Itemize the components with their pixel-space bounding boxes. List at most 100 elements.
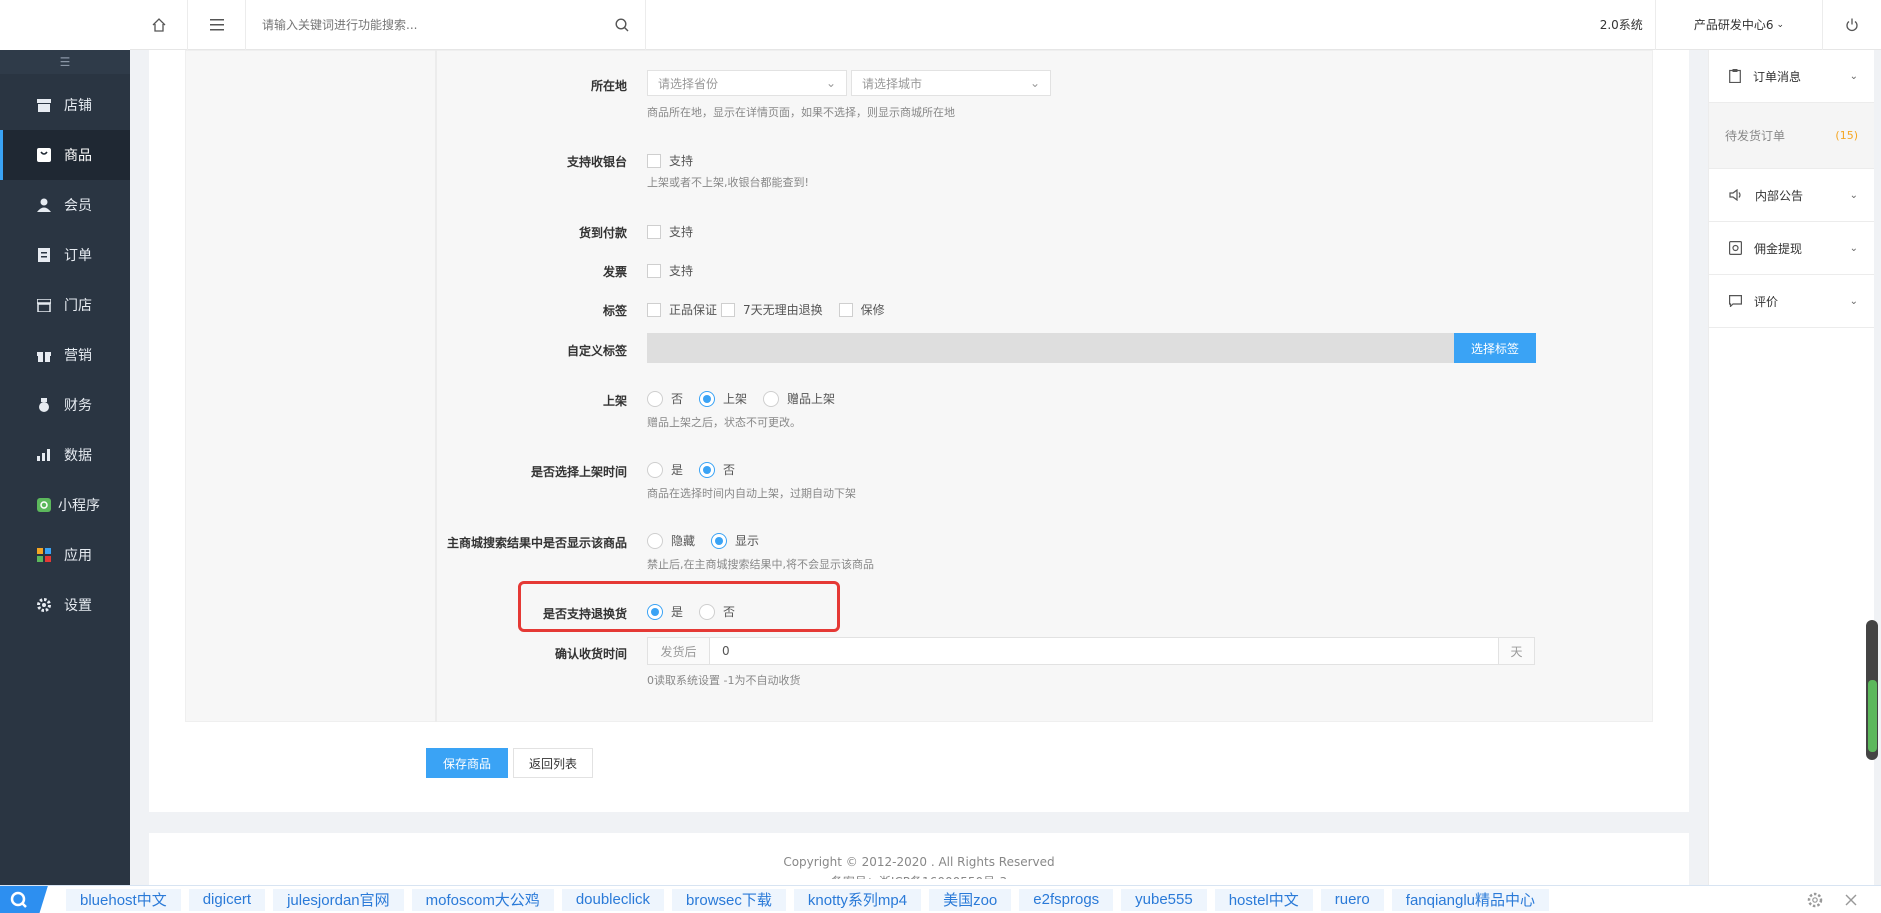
link-item[interactable]: knotty系列mp4 [793, 888, 922, 911]
location-label: 所在地 [590, 79, 627, 93]
sidebar-item-miniprogram[interactable]: 小程序 [0, 480, 130, 530]
confirm-receipt-help: 0读取系统设置 -1为不自动收货 [647, 674, 801, 687]
sidebar-item-label: 设置 [64, 598, 92, 614]
tags-label: 标签 [602, 304, 627, 318]
radio-on-shelf-gift[interactable]: 赠品上架 [763, 390, 835, 407]
link-item[interactable]: 美国zoo [929, 888, 1012, 911]
select-tags-button[interactable]: 选择标签 [1454, 333, 1536, 363]
sidebar-item-finance[interactable]: 财务 [0, 380, 130, 430]
radio-shelf-time-yes[interactable]: 是 [647, 461, 683, 478]
confirm-receipt-input[interactable]: 0 [710, 644, 1498, 658]
sidebar-item-apps[interactable]: 应用 [0, 530, 130, 580]
logout-button[interactable] [1823, 0, 1881, 50]
link-item[interactable]: digicert [188, 888, 266, 911]
home-button[interactable] [130, 0, 188, 50]
option-label: 7天无理由退换 [743, 303, 823, 317]
cod-checkbox[interactable]: 支持 [647, 223, 693, 240]
rp-internal-notice[interactable]: 内部公告 ⌄ [1709, 169, 1874, 222]
search-box [246, 0, 646, 50]
rp-sub-label: 待发货订单 [1725, 129, 1786, 143]
radio-circle[interactable] [699, 390, 716, 407]
gear-icon[interactable] [1807, 892, 1823, 908]
sidebar-item-label: 商品 [64, 148, 92, 164]
save-goods-button[interactable]: 保存商品 [426, 748, 508, 778]
sidebar-item-label: 门店 [64, 298, 92, 314]
option-label: 上架 [723, 392, 748, 406]
goods-icon [36, 147, 52, 163]
checkbox-box[interactable] [647, 153, 661, 168]
rp-order-messages[interactable]: 订单消息 ⌄ [1709, 50, 1874, 103]
province-select[interactable]: 请选择省份 ⌄ [647, 70, 847, 96]
back-to-list-button[interactable]: 返回列表 [513, 748, 593, 778]
city-value: 请选择城市 [862, 76, 923, 91]
radio-main-search-show[interactable]: 显示 [711, 532, 759, 549]
link-item[interactable]: bluehost中文 [66, 888, 181, 911]
radio-circle[interactable] [647, 461, 663, 478]
radio-shelf-time-no[interactable]: 否 [699, 461, 735, 478]
radio-main-search-hide[interactable]: 隐藏 [647, 532, 695, 549]
radio-circle[interactable] [647, 390, 663, 407]
tag-checkbox-genuine[interactable]: 正品保证 [647, 301, 717, 318]
link-bar: bluehost中文 digicert julesjordan官网 mofosc… [0, 885, 1881, 913]
checkbox-box[interactable] [647, 224, 661, 239]
link-item[interactable]: mofoscom大公鸡 [411, 888, 554, 911]
sidebar-item-settings[interactable]: 设置 [0, 580, 130, 630]
link-item[interactable]: hostel中文 [1214, 888, 1313, 911]
link-item[interactable]: fanqianglu精品中心 [1391, 888, 1550, 911]
radio-circle[interactable] [699, 461, 716, 478]
radio-circle[interactable] [647, 532, 663, 549]
withdraw-icon [1729, 241, 1742, 255]
gift-icon [36, 347, 52, 363]
highlight-box [518, 581, 840, 632]
link-item[interactable]: doubleclick [561, 888, 665, 911]
browser-logo[interactable] [0, 885, 48, 913]
main-search-label: 主商城搜索结果中是否显示该商品 [446, 536, 627, 550]
checkbox-box[interactable] [647, 263, 661, 278]
sidebar-item-shop[interactable]: 门店 [0, 280, 130, 330]
sidebar-item-data[interactable]: 数据 [0, 430, 130, 480]
cashier-checkbox[interactable]: 支持 [647, 152, 693, 169]
sidebar-item-marketing[interactable]: 营销 [0, 330, 130, 380]
rp-commission-withdraw[interactable]: 佣金提现 ⌄ [1709, 222, 1874, 275]
system-version[interactable]: 2.0系统 [1588, 0, 1656, 50]
checkbox-box[interactable] [647, 302, 661, 317]
topbar: 2.0系统 产品研发中心6 ⌄ [130, 0, 1881, 50]
option-label: 支持 [669, 225, 694, 239]
sidebar-item-member[interactable]: 会员 [0, 180, 130, 230]
sidebar-item-store[interactable]: 店铺 [0, 80, 130, 130]
sidebar-item-order[interactable]: 订单 [0, 230, 130, 280]
custom-tags-field[interactable] [647, 333, 1454, 363]
search-icon[interactable] [615, 17, 629, 32]
miniprogram-icon [36, 497, 52, 513]
tag-checkbox-warranty[interactable]: 保修 [838, 301, 885, 318]
checkbox-box[interactable] [838, 302, 853, 317]
confirm-receipt-suffix: 天 [1498, 638, 1534, 664]
menu-button[interactable] [188, 0, 246, 50]
tag-checkbox-7day-return[interactable]: 7天无理由退换 [721, 301, 823, 318]
radio-on-shelf-no[interactable]: 否 [647, 390, 683, 407]
scrollbar-thumb[interactable] [1868, 680, 1877, 752]
link-item[interactable]: browsec下载 [672, 888, 786, 911]
close-icon[interactable] [1845, 894, 1857, 906]
chevron-down-icon: ⌄ [1029, 76, 1040, 90]
rp-reviews[interactable]: 评价 ⌄ [1709, 275, 1874, 328]
radio-circle[interactable] [763, 390, 780, 407]
link-item[interactable]: ruero [1320, 888, 1384, 911]
search-circle-icon [10, 891, 27, 908]
collapse-toggle[interactable]: ☰ [0, 50, 130, 74]
invoice-checkbox[interactable]: 支持 [647, 262, 693, 279]
link-item[interactable]: julesjordan官网 [273, 888, 404, 911]
radio-circle[interactable] [711, 532, 728, 549]
link-item[interactable]: e2fsprogs [1019, 888, 1114, 911]
on-shelf-help: 赠品上架之后，状态不可更改。 [647, 416, 801, 429]
search-input[interactable] [262, 17, 602, 32]
sidebar-item-label: 营销 [64, 348, 92, 364]
rp-pending-orders[interactable]: 待发货订单 (15) [1709, 103, 1874, 169]
checkbox-box[interactable] [721, 302, 736, 317]
radio-on-shelf-yes[interactable]: 上架 [699, 390, 747, 407]
city-select[interactable]: 请选择城市 ⌄ [851, 70, 1051, 96]
cashier-help: 上架或者不上架,收银台都能查到! [647, 176, 809, 189]
org-selector[interactable]: 产品研发中心6 ⌄ [1656, 0, 1823, 50]
link-item[interactable]: yube555 [1121, 888, 1207, 911]
sidebar-item-goods[interactable]: 商品 [0, 130, 130, 180]
